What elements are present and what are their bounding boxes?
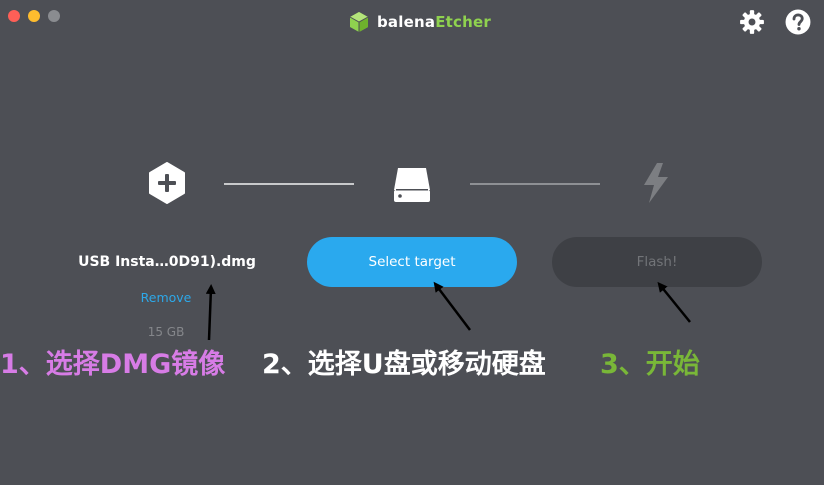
annotation-step-3: 3、开始 <box>600 349 700 380</box>
arrow-to-select-target <box>433 281 471 331</box>
instruction-annotations: 1、选择DMG镜像 2、选择U盘或移动硬盘 3、开始 <box>0 342 824 382</box>
arrow-to-flash <box>657 281 691 323</box>
annotation-arrows <box>205 281 691 341</box>
annotation-step-1: 1、选择DMG镜像 <box>0 349 226 380</box>
etcher-window: balenaEtcher USB Insta…0D91).dmg Remove … <box>0 0 824 485</box>
arrow-to-filename <box>205 284 216 341</box>
annotation-step-2: 2、选择U盘或移动硬盘 <box>262 349 546 380</box>
